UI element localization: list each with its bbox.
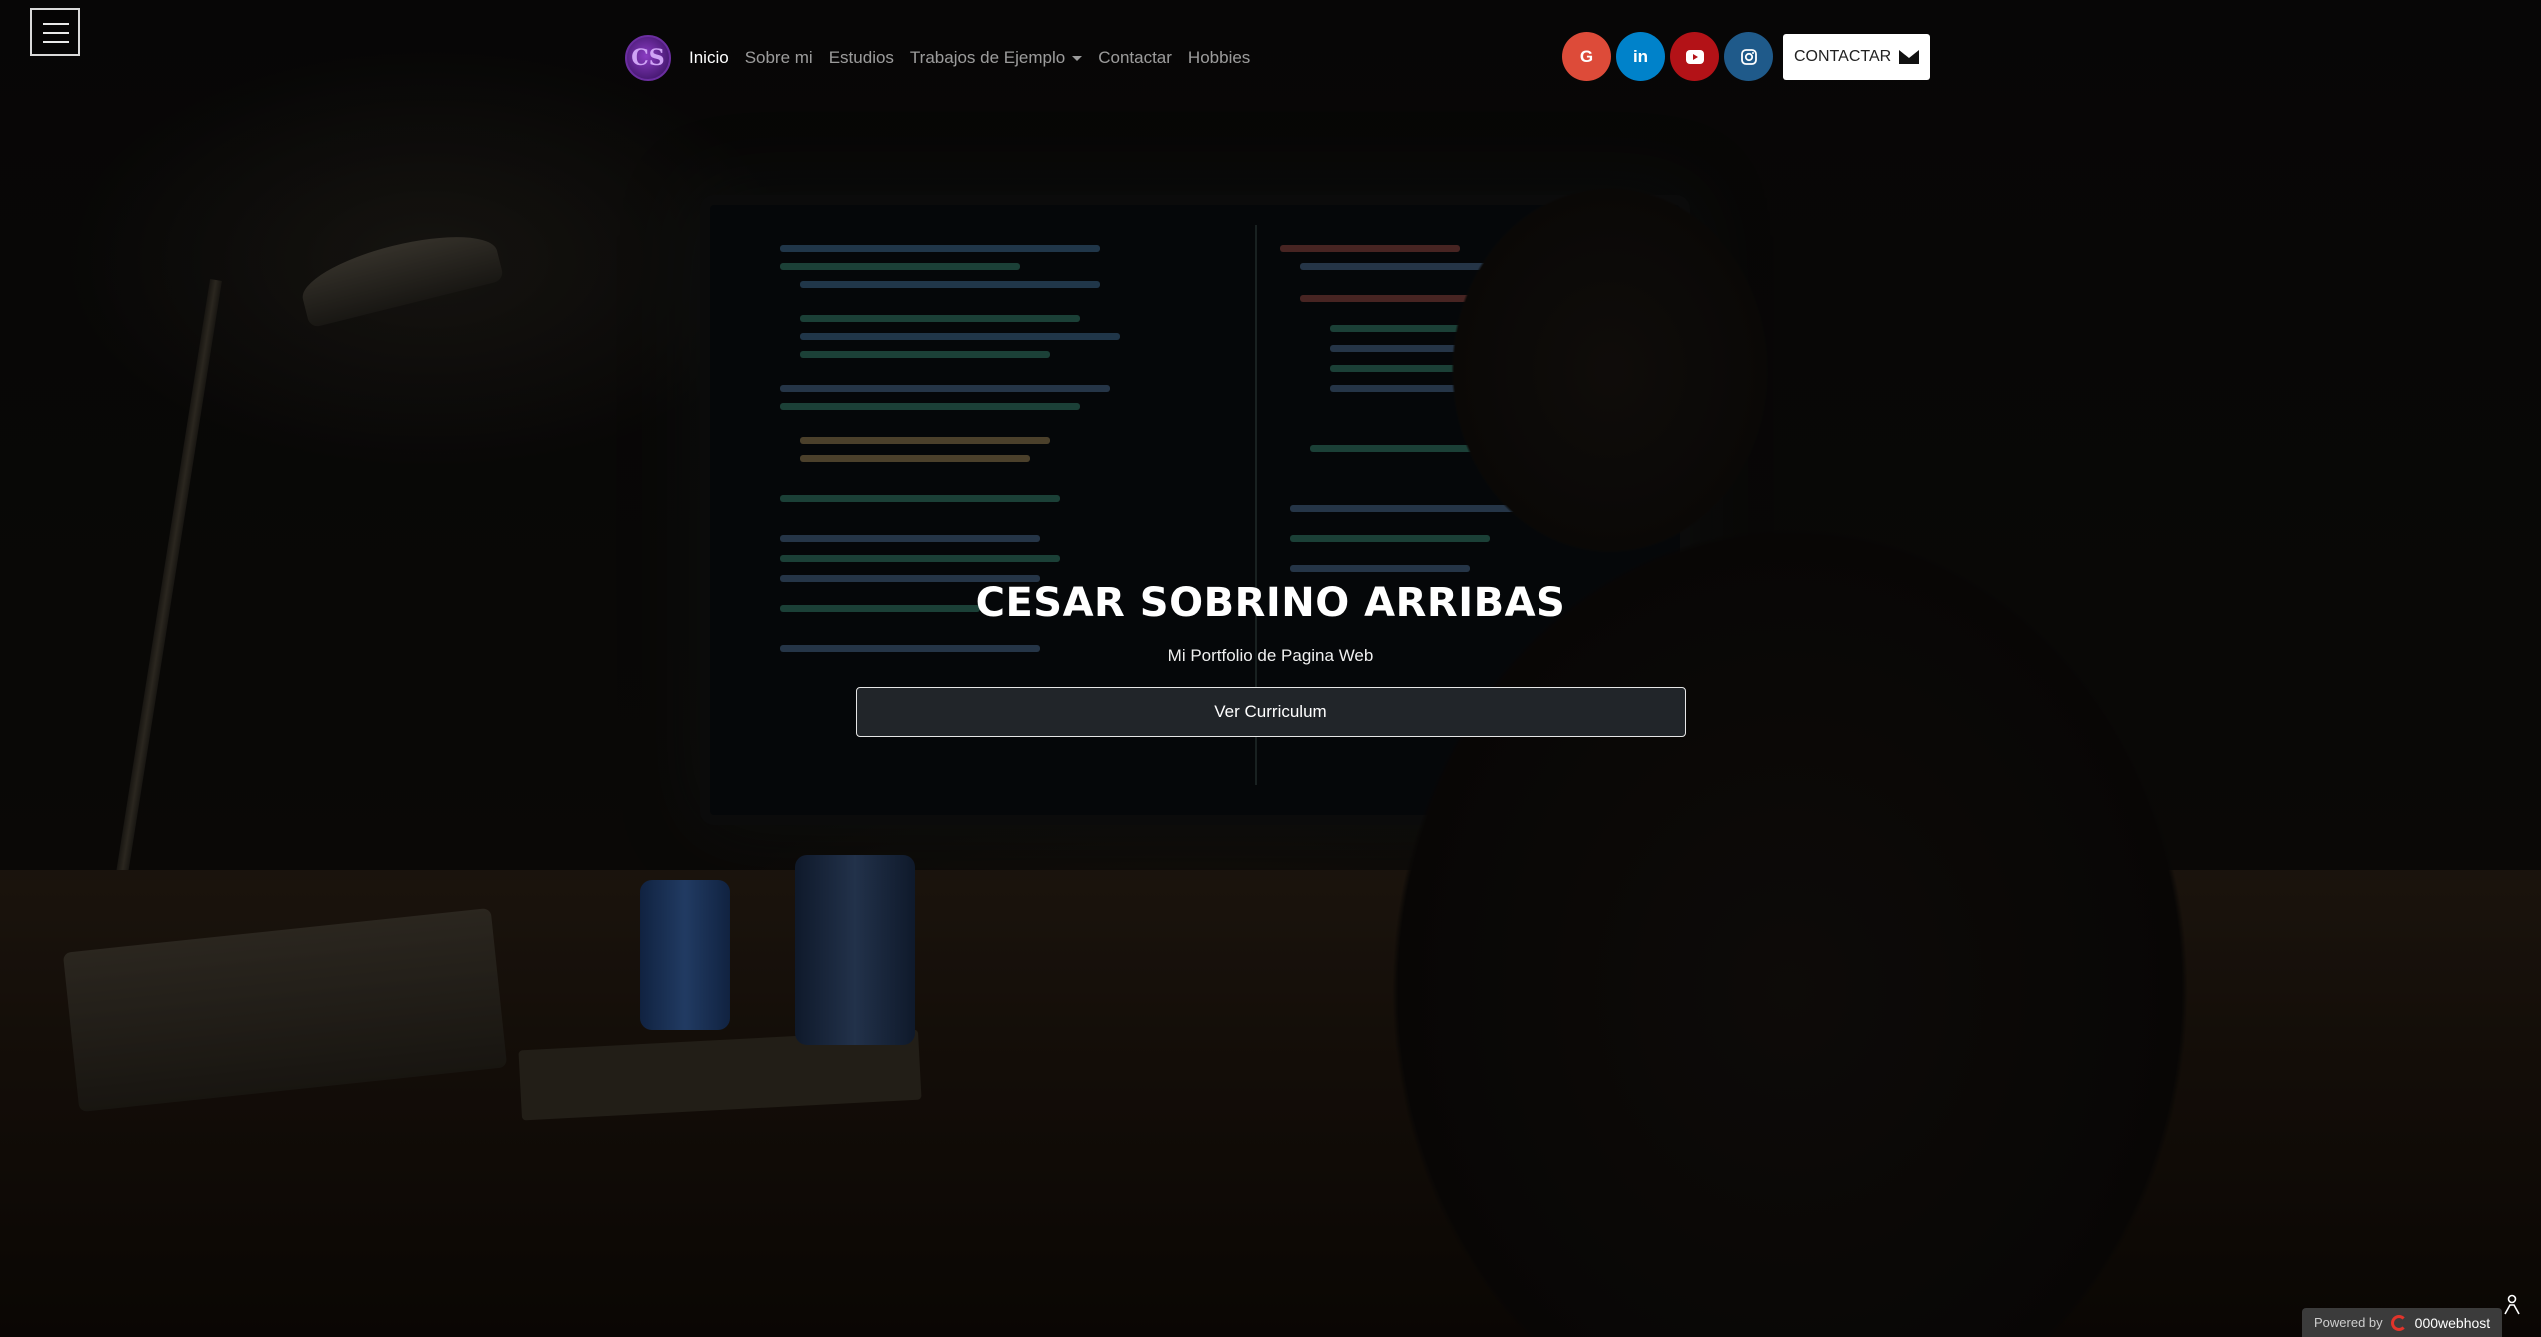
instagram-button[interactable]: [1724, 32, 1773, 81]
linkedin-button[interactable]: in: [1616, 32, 1665, 81]
youtube-button[interactable]: [1670, 32, 1719, 81]
nav-links: Inicio Sobre mi Estudios Trabajos de Eje…: [681, 48, 1258, 68]
accessibility-icon[interactable]: [2502, 1294, 2522, 1316]
site-logo[interactable]: CS: [625, 35, 671, 81]
nav-link-sobre-mi[interactable]: Sobre mi: [737, 48, 821, 68]
powered-by-badge[interactable]: Powered by 000webhost: [2302, 1308, 2503, 1337]
hero-title: CESAR SOBRINO ARRIBAS: [975, 580, 1566, 626]
nav-link-trabajos-dropdown[interactable]: Trabajos de Ejemplo: [902, 48, 1090, 68]
instagram-icon: [1740, 48, 1757, 65]
000webhost-logo-icon: [2390, 1314, 2407, 1331]
google-icon: G: [1579, 46, 1594, 66]
caret-down-icon: [1072, 55, 1083, 61]
hero-subtitle: Mi Portfolio de Pagina Web: [1167, 646, 1374, 665]
social-buttons: G in CONTACTAR: [1562, 32, 1931, 81]
contact-button-label: CONTACTAR: [1794, 47, 1892, 65]
google-button[interactable]: G: [1562, 32, 1611, 81]
nav-link-trabajos-label: Trabajos de Ejemplo: [909, 48, 1066, 67]
powered-by-label: Powered by: [2314, 1315, 2383, 1330]
nav-link-inicio[interactable]: Inicio: [681, 48, 737, 68]
nav-link-hobbies[interactable]: Hobbies: [1180, 48, 1258, 68]
hero-section: CESAR SOBRINO ARRIBAS Mi Portfolio de Pa…: [0, 580, 2541, 737]
hamburger-menu-button[interactable]: [30, 8, 80, 56]
main-navbar: CS Inicio Sobre mi Estudios Trabajos de …: [625, 30, 1258, 86]
contact-button[interactable]: CONTACTAR: [1783, 33, 1931, 80]
view-curriculum-button[interactable]: Ver Curriculum: [855, 687, 1686, 737]
youtube-icon: [1685, 49, 1704, 64]
host-name: 000webhost: [2414, 1314, 2491, 1331]
envelope-icon: [1899, 49, 1920, 64]
linkedin-icon: in: [1632, 46, 1649, 66]
nav-link-contactar[interactable]: Contactar: [1090, 48, 1180, 68]
nav-link-estudios[interactable]: Estudios: [821, 48, 902, 68]
